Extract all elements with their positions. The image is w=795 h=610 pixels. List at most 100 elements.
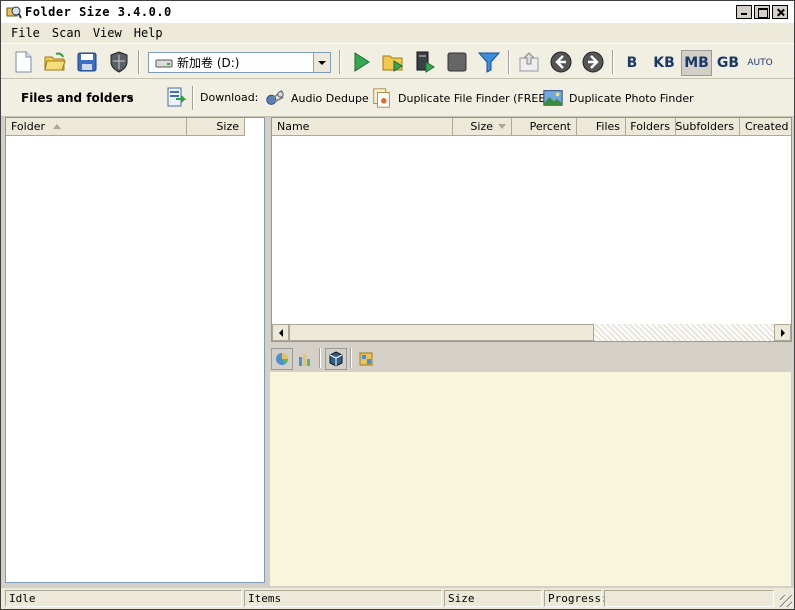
folder-play-icon — [382, 55, 403, 72]
scroll-left-icon[interactable] — [272, 324, 289, 341]
column-header-name[interactable]: Name — [272, 118, 453, 136]
status-bar: Idle Items Size Progress: — [1, 588, 794, 609]
export-icon — [167, 87, 187, 107]
unit-kb-button[interactable]: KB — [649, 50, 679, 76]
column-header-size[interactable]: Size — [187, 118, 245, 136]
scrollbar-track[interactable] — [594, 324, 774, 341]
menu-help[interactable]: Help — [128, 26, 169, 40]
bar-chart-icon — [299, 354, 310, 366]
menu-bar: File Scan View Help — [1, 23, 794, 43]
arrow-left-icon — [550, 51, 572, 73]
status-progress-label: Progress: — [544, 590, 608, 607]
back-button[interactable] — [547, 48, 575, 76]
computer-play-icon — [416, 51, 435, 73]
close-button[interactable] — [772, 5, 788, 19]
unit-auto-button[interactable]: AUTO — [744, 50, 776, 76]
secondary-toolbar: Files and folders Download: Audio Dedupe… — [1, 79, 794, 117]
chart-area[interactable] — [269, 371, 792, 587]
horizontal-scrollbar[interactable] — [272, 324, 791, 341]
status-items: Items — [244, 590, 442, 607]
save-button[interactable] — [73, 48, 101, 76]
3d-cube-icon — [329, 351, 343, 367]
open-button[interactable] — [41, 48, 69, 76]
column-label-size: Size — [216, 120, 239, 133]
scan-folder-button[interactable] — [379, 48, 407, 76]
chevron-down-icon[interactable] — [313, 53, 330, 72]
toolbar-separator — [319, 348, 321, 368]
new-file-icon — [15, 51, 32, 73]
folder-tree-panel[interactable]: Folder Size — [5, 117, 265, 583]
duplicate-file-finder-link[interactable]: Duplicate File Finder (FREE) — [371, 87, 550, 109]
column-header-folders[interactable]: Folders — [626, 118, 676, 136]
view-mode-dropdown[interactable]: Files and folders — [21, 91, 134, 105]
column-header-folder[interactable]: Folder — [6, 118, 187, 136]
main-window: Folder Size 3.4.0.0 File Scan View Help … — [0, 0, 795, 610]
resize-grip-icon[interactable] — [780, 595, 792, 607]
chart-options-icon — [359, 352, 373, 366]
drive-selector[interactable]: 新加卷 (D:) — [148, 52, 331, 73]
toolbar-separator — [508, 50, 510, 74]
column-header-files[interactable]: Files — [577, 118, 626, 136]
new-button[interactable] — [9, 48, 37, 76]
folder-up-icon — [519, 52, 539, 72]
stop-button[interactable] — [443, 48, 471, 76]
column-header-size[interactable]: Size — [453, 118, 512, 136]
scrollbar-thumb[interactable] — [289, 324, 594, 341]
bar-chart-button[interactable] — [294, 348, 316, 370]
scan-button[interactable] — [347, 48, 375, 76]
unit-mb-button[interactable]: MB — [681, 50, 712, 76]
column-header-created[interactable]: Created — [740, 118, 791, 136]
progress-bar — [604, 590, 774, 607]
file-list-panel[interactable]: Name Size Percent Files Folders Subfolde… — [271, 117, 792, 342]
toolbar-separator — [192, 86, 194, 110]
unit-gb-button[interactable]: GB — [714, 50, 742, 76]
up-level-button[interactable] — [515, 48, 543, 76]
title-bar: Folder Size 3.4.0.0 — [1, 1, 794, 23]
forward-button[interactable] — [579, 48, 607, 76]
pie-chart-icon — [276, 353, 288, 365]
chart-options-button[interactable] — [355, 348, 377, 370]
toolbar-separator — [138, 50, 140, 74]
duplicate-photo-icon — [543, 90, 563, 106]
export-button[interactable] — [161, 83, 189, 111]
audio-dedupe-icon — [266, 89, 284, 105]
menu-view[interactable]: View — [87, 26, 128, 40]
save-disk-icon — [77, 52, 97, 72]
drive-label: 新加卷 (D:) — [177, 56, 240, 70]
pie-chart-button[interactable] — [271, 348, 293, 370]
chart-toolbar — [271, 346, 792, 370]
toolbar-separator — [612, 50, 614, 74]
scan-computer-button[interactable] — [411, 48, 439, 76]
audio-dedupe-link[interactable]: Audio Dedupe — [264, 87, 369, 109]
window-title: Folder Size 3.4.0.0 — [25, 5, 172, 19]
toolbar-separator — [339, 50, 341, 74]
column-header-subfolders[interactable]: Subfolders — [675, 118, 740, 136]
menu-file[interactable]: File — [5, 26, 46, 40]
drive-icon — [155, 59, 173, 67]
audio-dedupe-label: Audio Dedupe — [291, 91, 369, 105]
chevron-down-icon[interactable] — [127, 97, 133, 100]
minimize-button[interactable] — [736, 5, 752, 19]
column-header-percent[interactable]: Percent — [512, 118, 577, 136]
play-icon — [354, 52, 370, 72]
column-label-folder: Folder — [11, 120, 45, 133]
security-button[interactable] — [105, 48, 133, 76]
column-label-percent: Percent — [529, 120, 571, 133]
menu-scan[interactable]: Scan — [46, 26, 87, 40]
status-size: Size — [444, 590, 542, 607]
sort-descending-icon — [498, 124, 506, 129]
column-label-size: Size — [470, 120, 493, 133]
duplicate-file-finder-label: Duplicate File Finder (FREE) — [398, 91, 550, 105]
funnel-icon — [477, 52, 501, 73]
column-label-created: Created — [745, 120, 789, 133]
maximize-button[interactable] — [754, 5, 770, 19]
unit-b-button[interactable]: B — [618, 50, 646, 76]
filter-button[interactable] — [475, 48, 503, 76]
duplicate-file-icon — [373, 88, 390, 108]
duplicate-photo-finder-link[interactable]: Duplicate Photo Finder — [542, 87, 694, 109]
scroll-right-icon[interactable] — [774, 324, 791, 341]
duplicate-photo-finder-label: Duplicate Photo Finder — [569, 91, 694, 105]
main-toolbar: 新加卷 (D:) B KB MB GB AUTO — [1, 43, 794, 79]
3d-view-button[interactable] — [325, 348, 347, 370]
stop-icon — [447, 52, 467, 72]
